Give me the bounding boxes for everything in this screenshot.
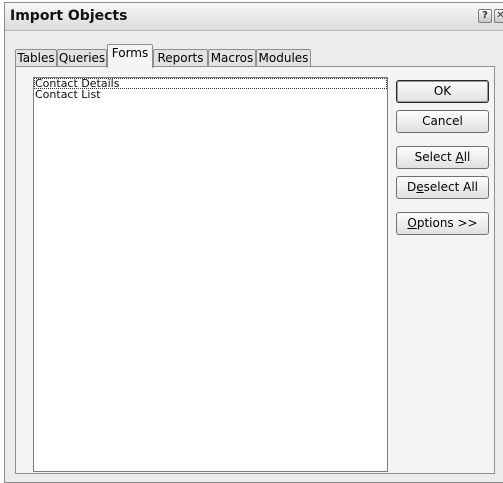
tab-reports[interactable]: Reports	[153, 49, 208, 67]
select-all-label-suffix: ll	[463, 150, 471, 164]
cancel-button[interactable]: Cancel	[396, 110, 489, 133]
deselect-all-button[interactable]: Deselect All	[396, 176, 489, 199]
select-all-label-prefix: Select	[414, 150, 456, 164]
select-all-button[interactable]: Select All	[396, 146, 489, 169]
tab-panel: Contact Details Contact List OK Cancel S…	[15, 66, 495, 474]
tab-queries[interactable]: Queries	[57, 49, 107, 67]
tab-forms[interactable]: Forms	[107, 44, 153, 68]
deselect-all-label-prefix: D	[407, 180, 417, 194]
tab-tables[interactable]: Tables	[15, 49, 57, 67]
list-item[interactable]: Contact List	[34, 89, 387, 100]
import-objects-dialog: Import Objects ? ✕ Tables Queries Forms …	[4, 2, 503, 483]
options-label-suffix: ptions >>	[416, 216, 478, 230]
deselect-all-mnemonic: e	[416, 180, 424, 194]
select-all-mnemonic: A	[455, 150, 464, 164]
close-icon[interactable]: ✕	[494, 9, 503, 23]
options-button[interactable]: Options >>	[396, 212, 489, 235]
tab-modules[interactable]: Modules	[256, 49, 311, 67]
tab-macros[interactable]: Macros	[208, 49, 256, 67]
ok-button[interactable]: OK	[396, 80, 489, 103]
options-mnemonic: O	[407, 216, 417, 230]
help-icon[interactable]: ?	[478, 9, 492, 23]
objects-listbox[interactable]: Contact Details Contact List	[33, 77, 388, 472]
deselect-all-label-suffix: select All	[423, 180, 478, 194]
dialog-title: Import Objects	[10, 8, 128, 24]
title-bar: Import Objects ? ✕	[5, 3, 503, 31]
